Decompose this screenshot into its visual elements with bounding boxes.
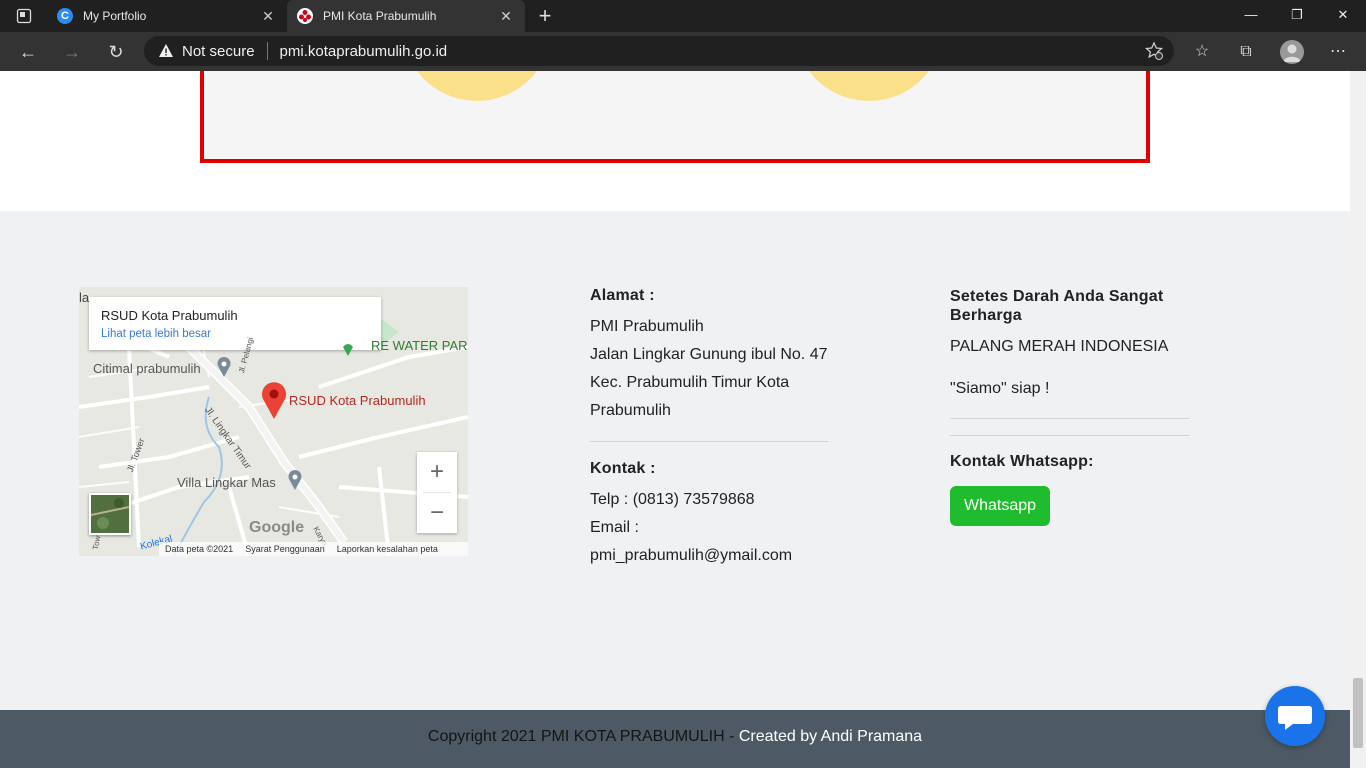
copyright-label: Copyright 2021 PMI KOTA PRABUMULIH - [427,728,739,745]
scrollbar[interactable] [1350,71,1366,768]
close-window-icon[interactable]: ✕ [1320,0,1366,32]
map-terms-link[interactable]: Syarat Penggunaan [245,544,325,554]
url-field[interactable]: Not secure pmi.kotaprabumulih.go.id [144,36,1174,66]
security-label[interactable]: Not secure [182,43,255,60]
minimize-icon[interactable]: ― [1228,0,1274,32]
location-marker-icon[interactable] [261,381,287,419]
satellite-view-toggle[interactable] [89,493,131,535]
page-viewport: RSUD Kota Prabumulih Lihat peta lebih be… [0,71,1350,768]
refresh-icon[interactable]: ↻ [102,38,130,66]
credit-link[interactable]: Created by Andi Pramana [739,728,922,745]
tab-title: PMI Kota Prabumulih [323,9,437,23]
divider [950,435,1189,436]
new-tab-icon[interactable]: + [533,2,557,30]
larger-map-link[interactable]: Lihat peta lebih besar [101,328,211,340]
favorites-icon[interactable]: ☆ [1190,40,1214,64]
address-line: Prabumulih [590,402,671,419]
org-name: PALANG MERAH INDONESIA [950,338,1169,355]
address-line: Jalan Lingkar Gunung ibul No. 47 [590,346,828,363]
copyright-text: Copyright 2021 PMI KOTA PRABUMULIH - Cre… [0,728,1350,746]
map-marker-label: RSUD Kota Prabumulih [289,393,426,408]
pmi-favicon-icon [297,8,313,24]
divider [590,441,828,442]
copyright-bar: Copyright 2021 PMI KOTA PRABUMULIH - Cre… [0,710,1350,768]
tab-my-portfolio[interactable]: C My Portfolio ✕ [47,0,287,32]
close-tab-icon[interactable]: ✕ [259,8,277,25]
scrollbar-thumb[interactable] [1353,678,1363,748]
profile-avatar[interactable] [1280,40,1304,64]
service-illustration-right [794,71,944,101]
collections-icon[interactable]: ⧉ [1234,40,1258,64]
close-tab-icon[interactable]: ✕ [497,8,515,25]
tab-title: My Portfolio [83,9,147,23]
whatsapp-heading: Kontak Whatsapp: [950,453,1094,470]
chat-widget-button[interactable] [1265,686,1325,746]
address-heading: Alamat : [590,287,655,304]
zoom-out-button[interactable]: − [417,493,457,533]
site-footer: RSUD Kota Prabumulih Lihat peta lebih be… [0,211,1350,710]
service-illustration-left [402,71,552,101]
contact-phone: Telp : (0813) 73579868 [590,491,755,508]
map-label-partial: la [79,290,90,305]
address-line: Kec. Prabumulih Timur Kota [590,374,790,391]
forward-icon[interactable]: → [58,38,86,66]
park-marker-icon [343,344,353,356]
embedded-map[interactable]: RSUD Kota Prabumulih Lihat peta lebih be… [79,287,468,556]
address-bar: ← → ↻ Not secure pmi.kotaprabumulih.go.i… [0,32,1366,71]
tab-actions-icon[interactable] [10,6,38,26]
back-icon[interactable]: ← [14,38,42,66]
contact-heading: Kontak : [590,460,656,477]
tab-pmi-kota-prabumulih[interactable]: PMI Kota Prabumulih ✕ [287,0,525,32]
map-place-title: RSUD Kota Prabumulih [101,308,238,323]
services-box [200,71,1150,163]
chat-bubble-icon [1278,706,1312,730]
omnibox-divider [266,42,268,60]
slogan-heading: Setetes Darah Anda Sangat Berharga [950,288,1164,324]
map-label-villa: Villa Lingkar Mas [177,475,276,490]
map-report-link[interactable]: Laporkan kesalahan peta [337,544,438,554]
more-options-icon[interactable]: ⋯ [1326,40,1350,64]
zoom-in-button[interactable]: + [417,452,457,492]
add-favorite-icon[interactable] [1144,41,1164,61]
restore-icon[interactable]: ❐ [1274,0,1320,32]
slogan-column: Setetes Darah Anda Sangat Berharga PALAN… [950,287,1189,471]
contact-email[interactable]: pmi_prabumulih@ymail.com [590,542,828,570]
tagline: "Siamo" siap ! [950,380,1050,397]
poi-marker-icon [288,470,302,490]
poi-marker-icon [217,357,231,377]
map-label-water-park: RE WATER PAR [371,338,468,353]
google-logo: Google [249,519,305,536]
whatsapp-button[interactable]: Whatsapp [950,486,1050,526]
contact-email-label: Email : [590,519,639,536]
portfolio-favicon-icon: C [57,8,73,24]
map-zoom-controls: + − [417,452,457,533]
warning-icon [159,44,173,57]
tab-bar: C My Portfolio ✕ PMI Kota Prabumulih ✕ +… [0,0,1366,32]
map-footer: Data peta ©2021 Syarat Penggunaan Lapork… [159,542,468,556]
address-line: PMI Prabumulih [590,318,704,335]
map-info-card: RSUD Kota Prabumulih Lihat peta lebih be… [89,297,381,350]
map-data-credit: Data peta ©2021 [165,544,234,554]
address-contact-column: Alamat : PMI Prabumulih Jalan Lingkar Gu… [590,287,828,570]
map-label-citimal: Citimal prabumulih [93,361,201,376]
url-text[interactable]: pmi.kotaprabumulih.go.id [280,43,448,60]
divider [950,418,1189,419]
